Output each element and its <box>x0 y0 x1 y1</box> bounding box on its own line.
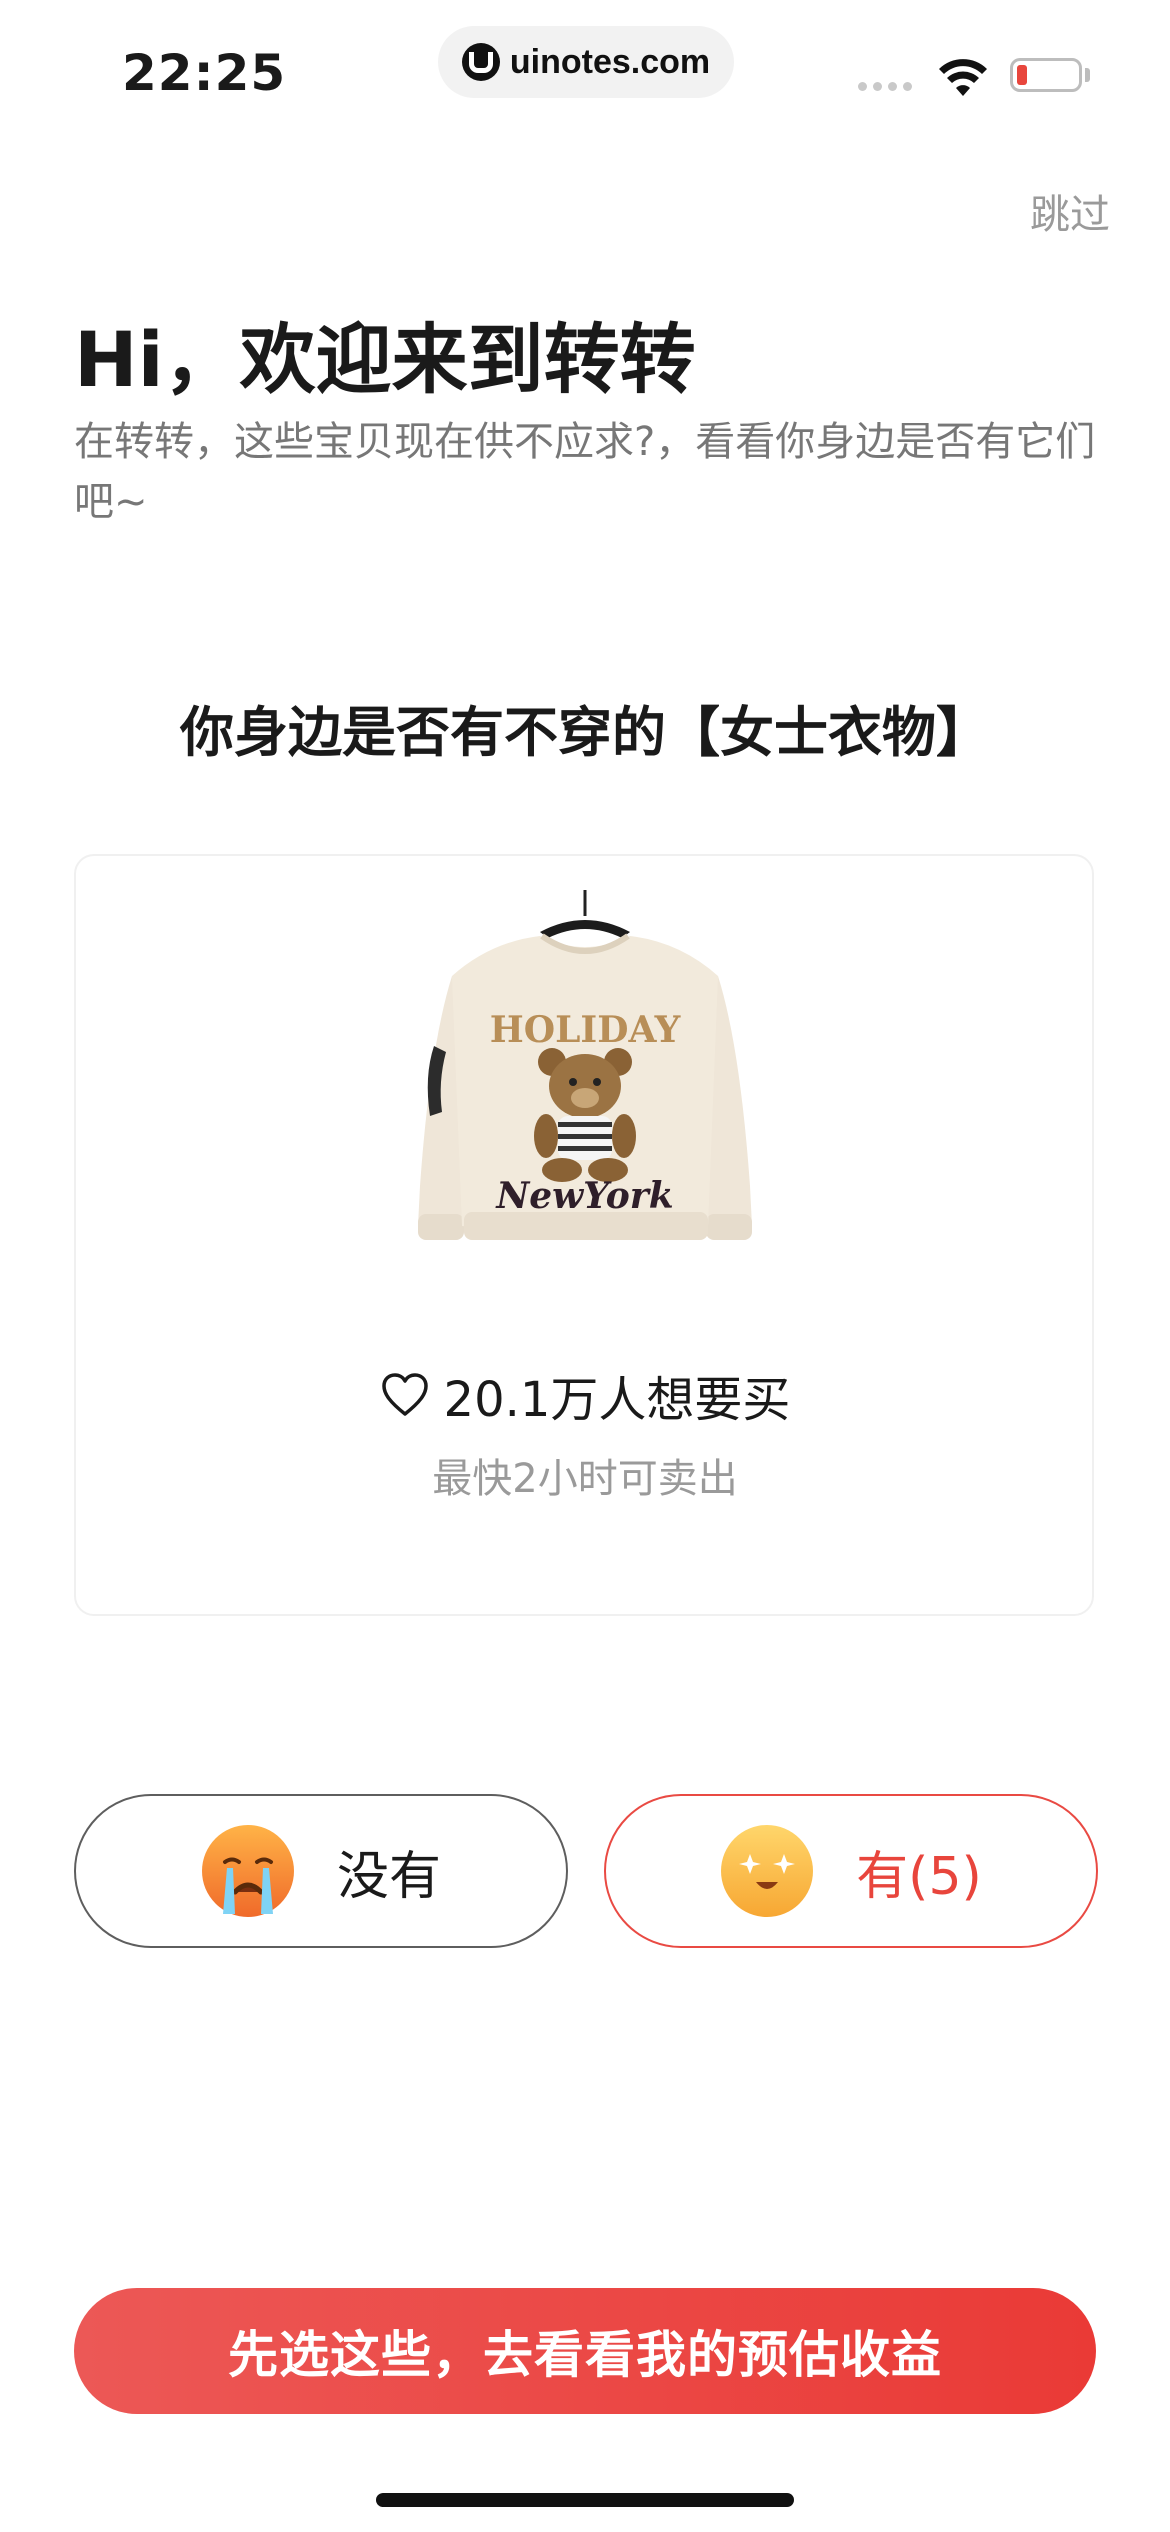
star-eyes-face-icon <box>721 1825 814 1917</box>
want-count-text: 20.1万人想要买 <box>443 1372 791 1428</box>
product-text-newyork: NewYork <box>495 1175 673 1217</box>
product-image: HOLIDAY NewYork <box>418 890 752 1240</box>
battery-icon <box>1010 58 1082 92</box>
skip-button[interactable]: 跳过 <box>1030 182 1110 240</box>
status-time: 22:25 <box>122 44 287 102</box>
heart-icon <box>381 1373 428 1416</box>
product-text-holiday: HOLIDAY <box>490 1009 682 1051</box>
url-text: uinotes.com <box>509 42 711 81</box>
yes-button-label: 有(5) <box>856 1846 982 1907</box>
no-button-label: 没有 <box>336 1846 441 1907</box>
crying-face-icon <box>201 1825 294 1917</box>
cellular-signal-icon <box>858 82 912 91</box>
yes-button[interactable]: 有(5) <box>604 1794 1098 1948</box>
no-button[interactable]: 没有 <box>74 1794 568 1948</box>
welcome-title: Hi，欢迎来到转转 <box>74 315 696 404</box>
wifi-icon <box>939 59 987 96</box>
question-title: 你身边是否有不穿的【女士衣物】 <box>180 701 990 764</box>
battery-tip <box>1085 68 1090 82</box>
welcome-subtitle: 在转转，这些宝贝现在供不应求?，看看你身边是否有它们吧~ <box>74 419 1096 525</box>
url-logo-icon <box>461 43 500 81</box>
sell-speed-text: 最快2小时可卖出 <box>432 1456 738 1502</box>
want-count-row: 20.1万人想要买 <box>0 1360 1170 1430</box>
estimate-earnings-button[interactable]: 先选这些，去看看我的预估收益 <box>74 2288 1096 2414</box>
home-indicator[interactable] <box>376 2493 794 2507</box>
url-pill[interactable]: uinotes.com <box>438 26 734 98</box>
